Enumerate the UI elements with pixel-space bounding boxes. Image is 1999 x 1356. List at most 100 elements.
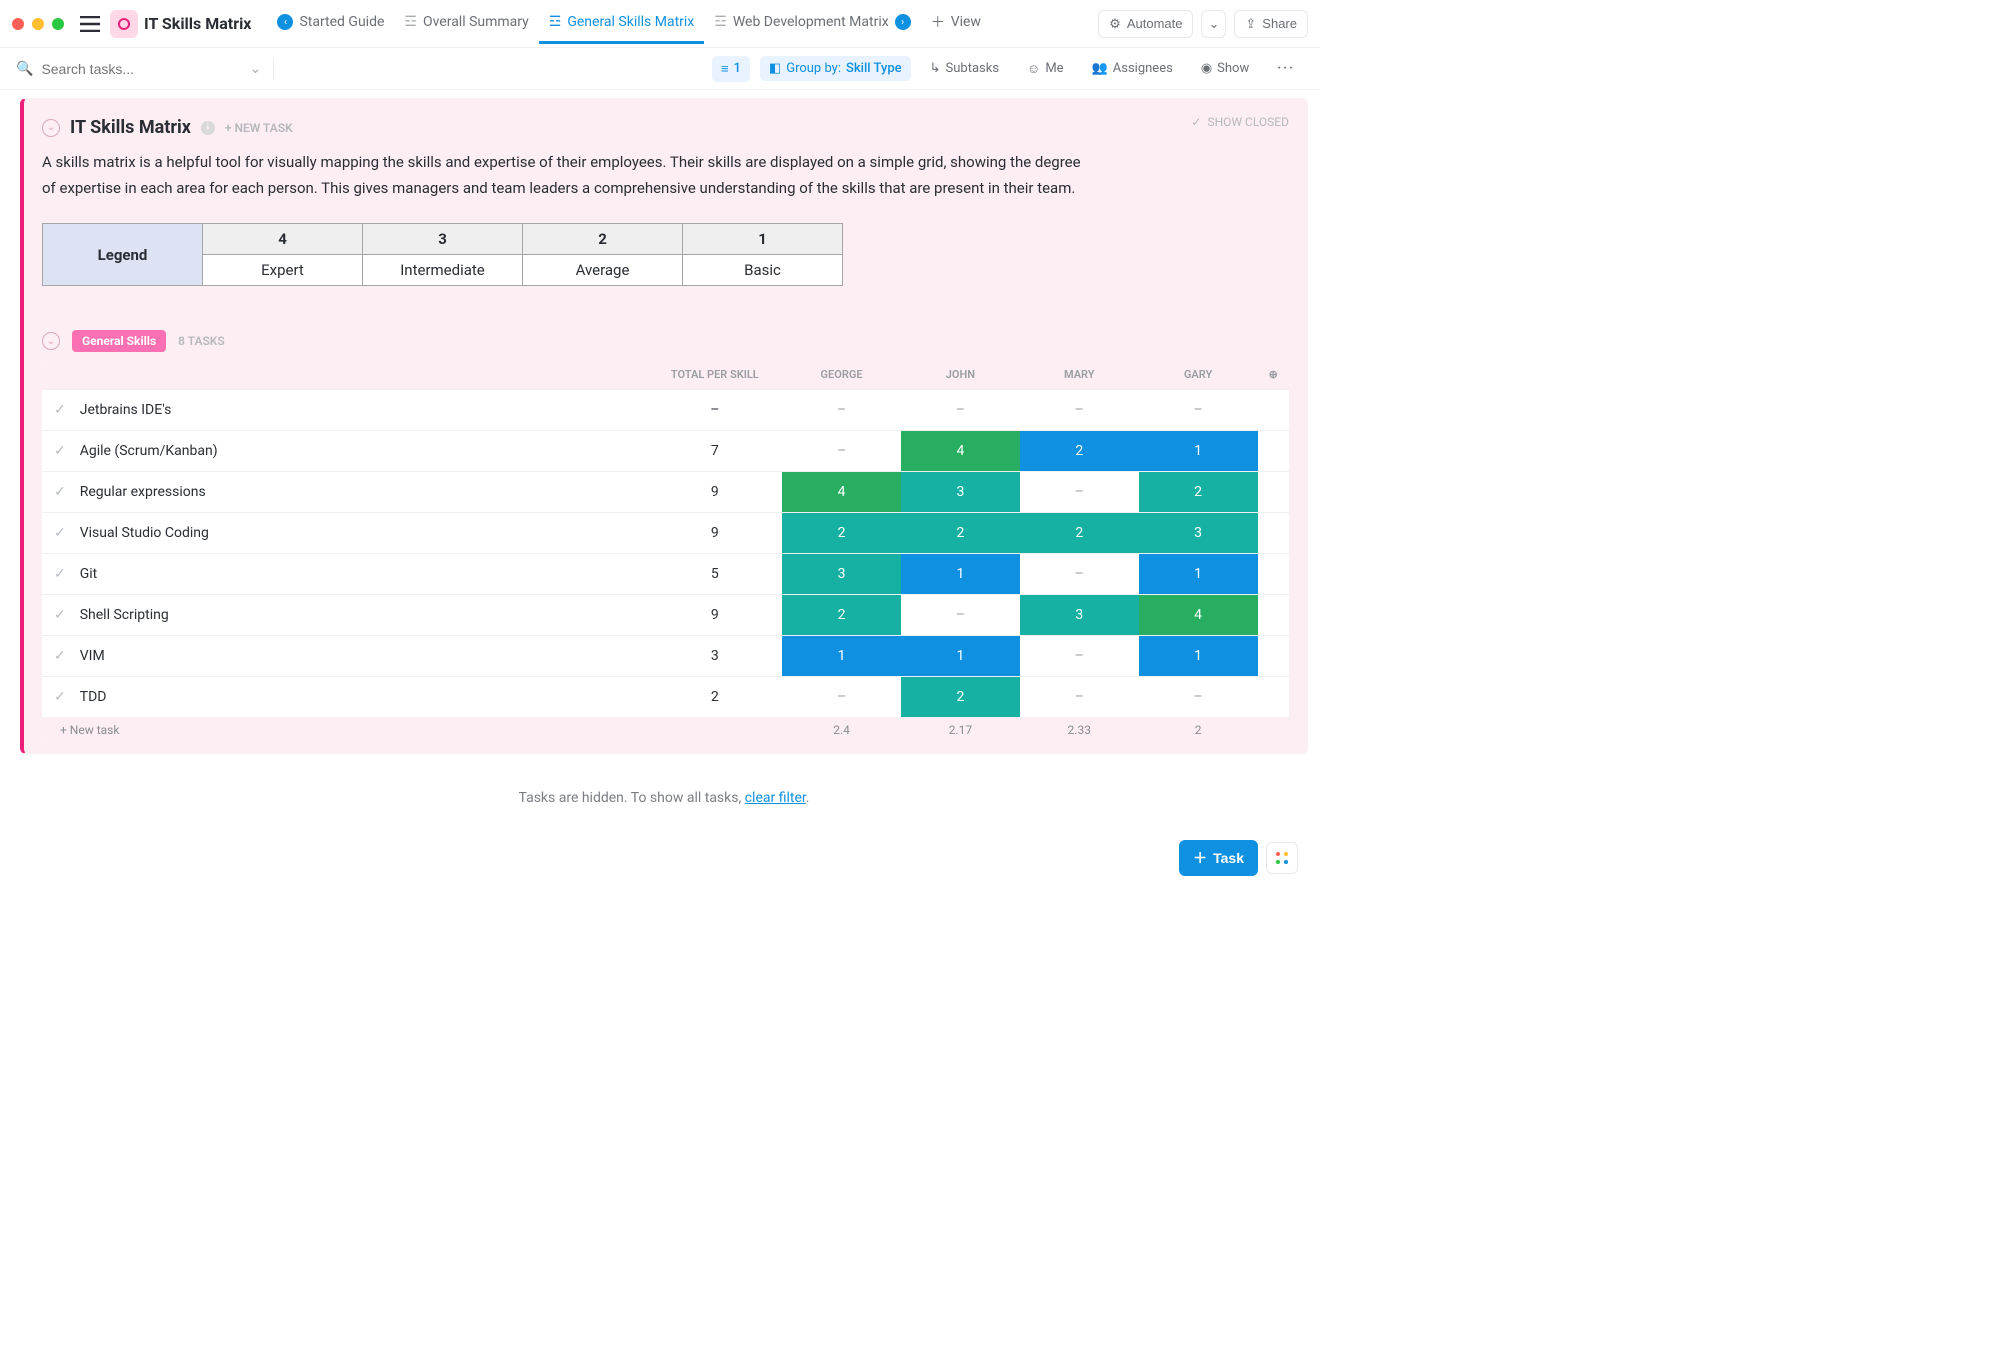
score-cell[interactable]: 1: [1139, 554, 1258, 595]
score-cell[interactable]: 4: [901, 431, 1020, 472]
collapse-toggle[interactable]: ⌄: [42, 119, 60, 137]
task-name-cell[interactable]: ✓ VIM: [42, 636, 648, 677]
table-row[interactable]: ✓ Agile (Scrum/Kanban) 7–421: [42, 431, 1289, 472]
score-cell[interactable]: 1: [901, 636, 1020, 677]
check-icon[interactable]: ✓: [54, 402, 66, 418]
score-cell[interactable]: 4: [782, 472, 901, 513]
new-task-fab[interactable]: ＋ Task: [1179, 840, 1258, 876]
me-button[interactable]: ☺ Me: [1018, 56, 1073, 82]
score-cell[interactable]: 1: [782, 636, 901, 677]
score-cell[interactable]: 1: [1139, 431, 1258, 472]
group-by-pill[interactable]: ◧ Group by: Skill Type: [760, 56, 911, 81]
score-cell[interactable]: 2: [1020, 513, 1139, 554]
total-cell[interactable]: 9: [648, 472, 783, 513]
score-cell[interactable]: 4: [1139, 595, 1258, 636]
info-icon[interactable]: i: [201, 121, 215, 135]
task-name-cell[interactable]: ✓ Git: [42, 554, 648, 595]
check-icon[interactable]: ✓: [54, 689, 66, 705]
score-cell[interactable]: 1: [1139, 636, 1258, 677]
task-name-cell[interactable]: ✓ Agile (Scrum/Kanban): [42, 431, 648, 472]
tab-general-skills[interactable]: ☲ General Skills Matrix: [539, 4, 704, 44]
score-cell[interactable]: –: [1020, 554, 1139, 595]
check-icon[interactable]: ✓: [54, 566, 66, 582]
check-icon[interactable]: ✓: [54, 525, 66, 541]
total-cell[interactable]: 7: [648, 431, 783, 472]
search-input[interactable]: [41, 61, 241, 77]
score-cell[interactable]: 2: [782, 595, 901, 636]
tab-overall-summary[interactable]: ☲ Overall Summary: [394, 4, 538, 44]
task-name-cell[interactable]: ✓ Jetbrains IDE's: [42, 390, 648, 431]
tab-started-guide[interactable]: ‹ Started Guide: [267, 4, 394, 44]
collapse-toggle[interactable]: ⌄: [42, 332, 60, 350]
filter-count-pill[interactable]: ≡ 1: [712, 56, 750, 82]
task-name-cell[interactable]: ✓ Shell Scripting: [42, 595, 648, 636]
more-icon[interactable]: ···: [1268, 56, 1304, 81]
total-cell[interactable]: 5: [648, 554, 783, 595]
score-cell[interactable]: 1: [901, 554, 1020, 595]
score-cell[interactable]: 3: [1139, 513, 1258, 554]
assignees-button[interactable]: 👥 Assignees: [1083, 56, 1182, 81]
score-cell[interactable]: 2: [1020, 431, 1139, 472]
col-person[interactable]: GARY: [1139, 360, 1258, 390]
check-icon[interactable]: ✓: [54, 648, 66, 664]
table-row[interactable]: ✓ Visual Studio Coding 92223: [42, 513, 1289, 554]
section-badge[interactable]: General Skills: [72, 330, 166, 352]
new-task-row[interactable]: + New task: [42, 717, 648, 743]
check-icon[interactable]: ✓: [54, 443, 66, 459]
col-total[interactable]: TOTAL PER SKILL: [648, 360, 783, 390]
score-cell[interactable]: 3: [782, 554, 901, 595]
score-cell[interactable]: 2: [1139, 472, 1258, 513]
score-cell[interactable]: –: [1139, 390, 1258, 431]
clear-filter-link[interactable]: clear filter: [745, 790, 806, 806]
task-name-cell[interactable]: ✓ TDD: [42, 677, 648, 718]
show-button[interactable]: ◉ Show: [1192, 56, 1258, 81]
total-cell[interactable]: 3: [648, 636, 783, 677]
automate-dropdown[interactable]: ⌄: [1201, 10, 1226, 38]
space-icon[interactable]: [110, 10, 138, 38]
score-cell[interactable]: 2: [782, 513, 901, 554]
score-cell[interactable]: –: [901, 390, 1020, 431]
close-icon[interactable]: [12, 18, 24, 30]
score-cell[interactable]: –: [782, 677, 901, 718]
add-column-button[interactable]: ⊕: [1258, 360, 1289, 390]
score-cell[interactable]: –: [1020, 677, 1139, 718]
score-cell[interactable]: 2: [901, 513, 1020, 554]
score-cell[interactable]: –: [782, 431, 901, 472]
check-icon[interactable]: ✓: [54, 484, 66, 500]
task-name-cell[interactable]: ✓ Visual Studio Coding: [42, 513, 648, 554]
score-cell[interactable]: 2: [901, 677, 1020, 718]
total-cell[interactable]: 9: [648, 595, 783, 636]
maximize-icon[interactable]: [52, 18, 64, 30]
table-row[interactable]: ✓ Git 531–1: [42, 554, 1289, 595]
minimize-icon[interactable]: [32, 18, 44, 30]
score-cell[interactable]: 3: [901, 472, 1020, 513]
automate-button[interactable]: ⚙ Automate: [1098, 10, 1193, 38]
total-cell[interactable]: 9: [648, 513, 783, 554]
new-task-button[interactable]: + NEW TASK: [225, 121, 293, 135]
score-cell[interactable]: 3: [1020, 595, 1139, 636]
task-name-cell[interactable]: ✓ Regular expressions: [42, 472, 648, 513]
total-cell[interactable]: 2: [648, 677, 783, 718]
chevron-down-icon[interactable]: ⌄: [249, 61, 261, 77]
table-row[interactable]: ✓ Shell Scripting 92–34: [42, 595, 1289, 636]
show-closed-button[interactable]: ✓ SHOW CLOSED: [1191, 115, 1289, 129]
score-cell[interactable]: –: [1020, 390, 1139, 431]
total-cell[interactable]: –: [648, 390, 783, 431]
score-cell[interactable]: –: [1020, 636, 1139, 677]
score-cell[interactable]: –: [1139, 677, 1258, 718]
score-cell[interactable]: –: [782, 390, 901, 431]
share-button[interactable]: ⇪ Share: [1234, 10, 1308, 38]
table-row[interactable]: ✓ VIM 311–1: [42, 636, 1289, 677]
menu-icon[interactable]: [80, 16, 100, 32]
check-icon[interactable]: ✓: [54, 607, 66, 623]
col-person[interactable]: MARY: [1020, 360, 1139, 390]
table-row[interactable]: ✓ Regular expressions 943–2: [42, 472, 1289, 513]
col-person[interactable]: GEORGE: [782, 360, 901, 390]
table-row[interactable]: ✓ Jetbrains IDE's –––––: [42, 390, 1289, 431]
add-view-button[interactable]: ＋ View: [921, 4, 991, 44]
tab-web-dev-matrix[interactable]: ☲ Web Development Matrix ›: [704, 4, 920, 44]
subtasks-button[interactable]: ↳ Subtasks: [921, 56, 1008, 81]
table-row[interactable]: ✓ TDD 2–2––: [42, 677, 1289, 718]
col-person[interactable]: JOHN: [901, 360, 1020, 390]
score-cell[interactable]: –: [1020, 472, 1139, 513]
